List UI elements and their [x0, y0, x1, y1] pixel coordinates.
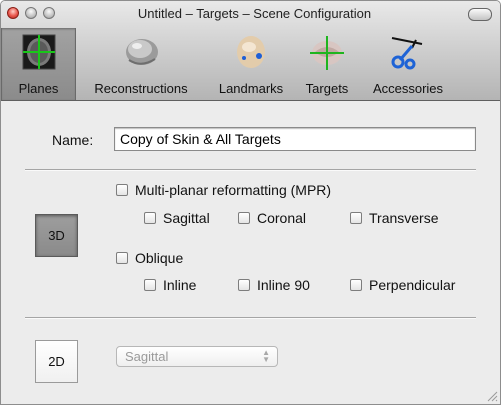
popup-arrows-icon: ▲ ▼: [262, 348, 270, 364]
inline-checkbox-box[interactable]: [144, 279, 156, 291]
transverse-checkbox-label: Transverse: [369, 210, 439, 226]
toolbar-item-reconstructions[interactable]: Reconstructions: [76, 28, 206, 100]
accessories-icon: [386, 32, 430, 72]
inline-90-checkbox-box[interactable]: [238, 279, 250, 291]
toolbar-item-accessories[interactable]: Accessories: [358, 28, 458, 100]
2d-plane-popup[interactable]: Sagittal ▲ ▼: [116, 346, 278, 367]
sagittal-checkbox-label: Sagittal: [163, 210, 210, 226]
mpr-checkbox-box[interactable]: [116, 184, 128, 196]
perpendicular-checkbox-box[interactable]: [350, 279, 362, 291]
inline-checkbox[interactable]: Inline: [144, 277, 196, 293]
perpendicular-checkbox-label: Perpendicular: [369, 277, 456, 293]
toolbar-label-landmarks: Landmarks: [218, 81, 284, 96]
oblique-checkbox[interactable]: Oblique: [116, 250, 183, 266]
mpr-checkbox[interactable]: Multi-planar reformatting (MPR): [116, 182, 331, 198]
transverse-checkbox-box[interactable]: [350, 212, 362, 224]
name-label: Name:: [52, 132, 94, 148]
resize-grip-icon[interactable]: [486, 390, 498, 402]
targets-icon: [305, 32, 349, 72]
inline-checkbox-label: Inline: [163, 277, 197, 293]
oblique-checkbox-label: Oblique: [135, 250, 184, 266]
toolbar-label-planes: Planes: [18, 81, 59, 96]
coronal-checkbox-box[interactable]: [238, 212, 250, 224]
mpr-checkbox-label: Multi-planar reformatting (MPR): [135, 182, 332, 198]
transverse-checkbox[interactable]: Transverse: [350, 210, 439, 226]
separator-bottom: [25, 317, 476, 319]
2d-plane-popup-value: Sagittal: [125, 349, 169, 364]
toolbar-item-planes[interactable]: Planes: [1, 28, 76, 100]
inline-90-checkbox-label: Inline 90: [257, 277, 310, 293]
toolbar-label-targets: Targets: [305, 81, 349, 96]
coronal-checkbox[interactable]: Coronal: [238, 210, 306, 226]
reconstructions-icon: [119, 32, 163, 72]
inline-90-checkbox[interactable]: Inline 90: [238, 277, 310, 293]
planes-icon: [17, 32, 61, 72]
window-title: Untitled – Targets – Scene Configuration: [137, 6, 372, 21]
separator-top: [25, 169, 476, 171]
sagittal-checkbox-box[interactable]: [144, 212, 156, 224]
toolbar: Planes Reconstructions Landmarks Targets…: [1, 28, 500, 100]
toolbar-item-landmarks[interactable]: Landmarks: [206, 28, 296, 100]
oblique-checkbox-box[interactable]: [116, 252, 128, 264]
toolbar-label-accessories: Accessories: [372, 81, 444, 96]
scene-configuration-window: Untitled – Targets – Scene Configuration…: [0, 0, 501, 405]
landmarks-icon: [229, 32, 273, 72]
toolbar-item-targets[interactable]: Targets: [296, 28, 358, 100]
sagittal-checkbox[interactable]: Sagittal: [144, 210, 210, 226]
toolbar-label-reconstructions: Reconstructions: [94, 81, 188, 96]
toolbar-toggle-button[interactable]: [468, 8, 492, 21]
name-field[interactable]: [114, 127, 476, 151]
planes-pane: Name: Multi-planar reformatting (MPR) Sa…: [1, 101, 500, 404]
title-toolbar-area: Untitled – Targets – Scene Configuration…: [1, 1, 500, 101]
2d-button[interactable]: 2D: [35, 340, 78, 383]
coronal-checkbox-label: Coronal: [257, 210, 307, 226]
perpendicular-checkbox[interactable]: Perpendicular: [350, 277, 455, 293]
3d-button[interactable]: 3D: [35, 214, 78, 257]
